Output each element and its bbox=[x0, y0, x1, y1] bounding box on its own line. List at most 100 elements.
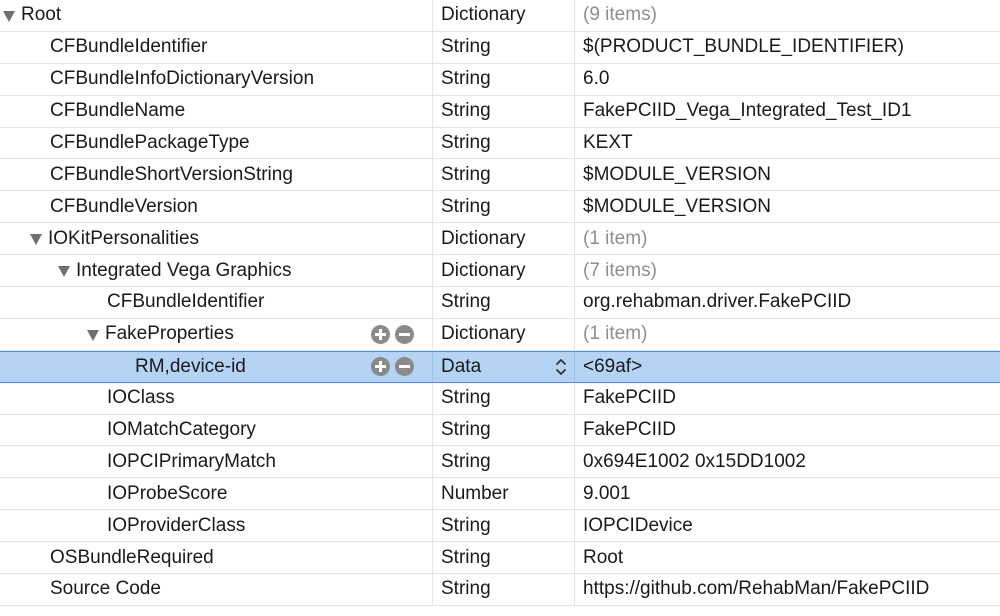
plist-row-iokitpersonalities[interactable]: IOKitPersonalities Dictionary (1 item) bbox=[0, 223, 1000, 256]
column-divider bbox=[574, 191, 575, 223]
add-item-icon[interactable] bbox=[371, 324, 390, 344]
type-popup[interactable]: Data bbox=[441, 352, 571, 382]
type-cell[interactable]: String bbox=[441, 64, 571, 95]
plist-row[interactable]: CFBundleIdentifier String $(PRODUCT_BUND… bbox=[0, 31, 1000, 64]
plist-row[interactable]: IOMatchCategory String FakePCIID bbox=[0, 414, 1000, 447]
plist-row[interactable]: CFBundleName String FakePCIID_Vega_Integ… bbox=[0, 95, 1000, 128]
column-divider bbox=[574, 0, 575, 31]
column-divider bbox=[574, 382, 575, 414]
key-cell[interactable]: CFBundleVersion bbox=[0, 191, 480, 222]
type-cell[interactable]: String bbox=[441, 542, 571, 573]
type-cell[interactable]: String bbox=[441, 574, 571, 605]
type-cell[interactable]: Dictionary bbox=[441, 319, 571, 350]
key-cell[interactable]: CFBundleIdentifier bbox=[0, 32, 480, 63]
key-label: CFBundleIdentifier bbox=[107, 291, 265, 313]
disclosure-triangle-icon[interactable] bbox=[3, 10, 15, 22]
value-cell[interactable]: $MODULE_VERSION bbox=[583, 159, 998, 190]
plist-row-integrated-vega-graphics[interactable]: Integrated Vega Graphics Dictionary (7 i… bbox=[0, 255, 1000, 288]
disclosure-triangle-icon[interactable] bbox=[58, 266, 70, 278]
value-cell[interactable]: $(PRODUCT_BUNDLE_IDENTIFIER) bbox=[583, 32, 998, 63]
value-cell[interactable]: 0x694E1002 0x15DD1002 bbox=[583, 446, 998, 477]
column-divider bbox=[574, 159, 575, 191]
value-label: https://github.com/RehabMan/FakePCIID bbox=[583, 578, 930, 600]
key-cell[interactable]: CFBundleInfoDictionaryVersion bbox=[0, 64, 480, 95]
type-cell[interactable]: String bbox=[441, 415, 571, 446]
value-cell[interactable]: $MODULE_VERSION bbox=[583, 191, 998, 222]
type-cell[interactable]: String bbox=[441, 159, 571, 190]
plist-row[interactable]: CFBundleShortVersionString String $MODUL… bbox=[0, 159, 1000, 192]
key-cell[interactable]: FakeProperties bbox=[0, 319, 517, 350]
type-cell[interactable]: String bbox=[441, 383, 571, 414]
key-label: IOClass bbox=[107, 387, 175, 409]
plist-row[interactable]: CFBundleInfoDictionaryVersion String 6.0 bbox=[0, 63, 1000, 96]
plist-row[interactable]: CFBundleIdentifier String org.rehabman.d… bbox=[0, 287, 1000, 319]
key-label: Root bbox=[21, 4, 62, 26]
plist-row[interactable]: IOProbeScore Number 9.001 bbox=[0, 478, 1000, 511]
value-label: $(PRODUCT_BUNDLE_IDENTIFIER) bbox=[583, 36, 904, 58]
column-divider bbox=[574, 414, 575, 446]
plist-row-root[interactable]: Root Dictionary (9 items) bbox=[0, 0, 1000, 32]
value-cell[interactable]: org.rehabman.driver.FakePCIID bbox=[583, 287, 998, 318]
key-label: CFBundleShortVersionString bbox=[50, 163, 293, 185]
column-divider bbox=[574, 446, 575, 478]
remove-item-icon[interactable] bbox=[395, 357, 414, 377]
column-divider bbox=[574, 255, 575, 287]
type-cell[interactable]: Dictionary bbox=[441, 223, 571, 254]
type-label: String bbox=[441, 450, 491, 472]
plist-row[interactable]: CFBundlePackageType String KEXT bbox=[0, 127, 1000, 160]
plist-row-fakeproperties[interactable]: FakeProperties Dictionary (1 item) bbox=[0, 318, 1000, 351]
type-cell[interactable]: String bbox=[441, 128, 571, 159]
type-cell[interactable]: Dictionary bbox=[441, 0, 571, 31]
plist-row[interactable]: IOProviderClass String IOPCIDevice bbox=[0, 510, 1000, 543]
value-cell[interactable]: Root bbox=[583, 542, 998, 573]
column-divider bbox=[574, 63, 575, 95]
value-cell: (7 items) bbox=[583, 255, 998, 286]
value-label: 6.0 bbox=[583, 68, 610, 90]
key-cell: Root bbox=[0, 0, 433, 31]
type-label: Dictionary bbox=[441, 227, 526, 249]
column-divider bbox=[574, 287, 575, 318]
value-cell[interactable]: FakePCIID_Vega_Integrated_Test_ID1 bbox=[583, 96, 998, 127]
key-label: CFBundleInfoDictionaryVersion bbox=[50, 68, 315, 90]
value-cell[interactable]: https://github.com/RehabMan/FakePCIID bbox=[583, 574, 998, 605]
key-cell[interactable]: Integrated Vega Graphics bbox=[0, 255, 488, 286]
add-item-icon[interactable] bbox=[371, 357, 390, 377]
disclosure-triangle-icon[interactable] bbox=[87, 329, 99, 341]
key-cell[interactable]: CFBundleShortVersionString bbox=[0, 159, 480, 190]
key-cell[interactable]: CFBundleName bbox=[0, 96, 480, 127]
type-label: String bbox=[441, 291, 491, 313]
type-cell[interactable]: String bbox=[441, 510, 571, 541]
value-cell[interactable]: IOPCIDevice bbox=[583, 510, 998, 541]
type-cell[interactable]: String bbox=[441, 287, 571, 318]
value-cell[interactable]: 9.001 bbox=[583, 478, 998, 509]
type-cell[interactable]: Dictionary bbox=[441, 255, 571, 286]
value-cell[interactable]: FakePCIID bbox=[583, 383, 998, 414]
key-label: Source Code bbox=[50, 578, 161, 600]
value-cell[interactable]: KEXT bbox=[583, 128, 998, 159]
value-cell[interactable]: <69af> bbox=[583, 352, 998, 382]
plist-row[interactable]: IOPCIPrimaryMatch String 0x694E1002 0x15… bbox=[0, 446, 1000, 479]
value-cell[interactable]: FakePCIID bbox=[583, 415, 998, 446]
type-cell[interactable]: String bbox=[441, 96, 571, 127]
column-divider bbox=[574, 542, 575, 574]
key-cell[interactable]: Source Code bbox=[0, 574, 480, 605]
key-cell[interactable]: IOKitPersonalities bbox=[0, 223, 460, 254]
type-cell[interactable]: String bbox=[441, 191, 571, 222]
type-popup-chevron-icon[interactable] bbox=[553, 352, 569, 382]
key-cell[interactable]: OSBundleRequired bbox=[0, 542, 480, 573]
value-label: $MODULE_VERSION bbox=[583, 195, 771, 217]
disclosure-triangle-icon[interactable] bbox=[30, 234, 42, 246]
plist-row[interactable]: OSBundleRequired String Root bbox=[0, 542, 1000, 575]
type-cell[interactable]: String bbox=[441, 446, 571, 477]
plist-row[interactable]: IOClass String FakePCIID bbox=[0, 382, 1000, 415]
type-cell[interactable]: String bbox=[441, 32, 571, 63]
plist-row-rm-device-id-selected[interactable]: RM,device-id Data <69af> bbox=[0, 350, 1000, 383]
value-cell[interactable]: 6.0 bbox=[583, 64, 998, 95]
type-cell[interactable]: Number bbox=[441, 478, 571, 509]
key-cell[interactable]: CFBundlePackageType bbox=[0, 128, 480, 159]
up-down-chevron-icon bbox=[556, 358, 566, 375]
plist-row[interactable]: CFBundleVersion String $MODULE_VERSION bbox=[0, 191, 1000, 224]
remove-item-icon[interactable] bbox=[395, 324, 414, 344]
value-cell: (9 items) bbox=[583, 0, 998, 31]
plist-row[interactable]: Source Code String https://github.com/Re… bbox=[0, 574, 1000, 606]
